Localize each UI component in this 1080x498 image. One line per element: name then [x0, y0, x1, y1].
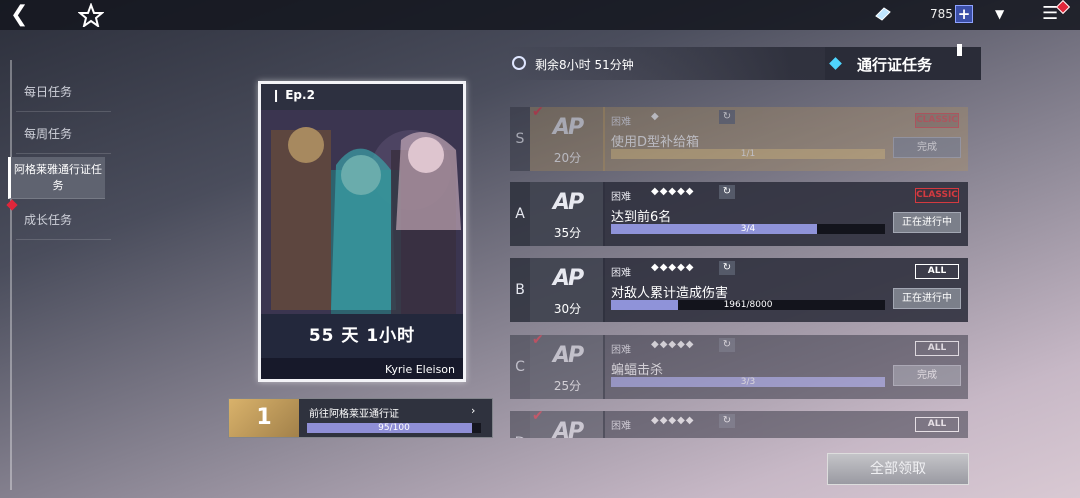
- mission-difficulty: 困难: [611, 421, 631, 432]
- mission-rank: B: [510, 258, 530, 322]
- refresh-icon[interactable]: ↻: [719, 414, 735, 428]
- mission-status-button[interactable]: 正在进行中: [893, 212, 961, 233]
- checkmark-icon: ✔: [532, 332, 544, 348]
- mission-rank: A: [510, 182, 530, 246]
- mission-difficulty-stars: ◆: [651, 111, 660, 122]
- mission-points: 25分: [553, 379, 582, 393]
- mission-points: 30分: [553, 302, 582, 316]
- mission-difficulty-stars: ◆◆◆◆◆: [651, 339, 695, 350]
- mission-body: 困难 ◆ ↻ 使用D型补给箱 1/1 CLASSIC 完成: [603, 107, 968, 171]
- mission-mode-tag: ALL: [915, 341, 959, 356]
- mission-progress-bar: 3/3: [611, 377, 885, 387]
- mission-difficulty-stars: ◆◆◆◆◆: [651, 186, 695, 197]
- pass-name: Kyrie Eleison: [261, 358, 463, 379]
- ap-logo: AP: [552, 266, 584, 291]
- episode-text: Ep.2: [285, 88, 315, 102]
- triangle-down-icon[interactable]: ▼: [995, 7, 1009, 21]
- mission-row[interactable]: B AP 30分 困难 ◆◆◆◆◆ ↻ 对敌人累计造成伤害 1961/8000 …: [510, 258, 968, 322]
- mission-rank: C: [510, 335, 530, 399]
- mission-difficulty: 困难: [611, 345, 631, 356]
- crystal-icon: [874, 6, 892, 22]
- mission-rank: D: [510, 411, 530, 438]
- refresh-icon[interactable]: ↻: [719, 338, 735, 352]
- mission-icon: AP 25分 ✔: [530, 332, 605, 399]
- pass-level-progress-text: 95/100: [378, 423, 410, 433]
- episode-label: ❙ Ep.2: [261, 84, 463, 110]
- mission-progress-text: 1961/8000: [723, 300, 773, 310]
- sidebar-item-growth[interactable]: 成长任务: [16, 200, 111, 240]
- mission-row[interactable]: D AP ✔ 困难 ◆◆◆◆◆ ↻ ALL: [510, 411, 968, 438]
- pass-time-left: 55 天 1小时: [261, 314, 463, 358]
- hamburger-icon[interactable]: ☰: [1042, 5, 1058, 23]
- header-accent: [957, 44, 962, 56]
- diamond-icon: [829, 57, 842, 70]
- mission-progress-bar: 3/4: [611, 224, 885, 234]
- mission-points: 20分: [553, 151, 582, 165]
- ap-logo: AP: [552, 190, 584, 215]
- mission-difficulty-stars: ◆◆◆◆◆: [651, 262, 695, 273]
- mission-rank: S: [510, 107, 530, 171]
- mission-mode-tag: ALL: [915, 417, 959, 432]
- claim-all-button[interactable]: 全部领取: [827, 453, 969, 485]
- page-title: 通行证任务: [857, 56, 933, 74]
- mission-name: 使用D型补给箱: [611, 135, 700, 150]
- mission-name: 蝙蝠击杀: [611, 363, 664, 378]
- mission-name: 达到前6名: [611, 210, 672, 225]
- mission-name: 对敌人累计造成伤害: [611, 286, 729, 301]
- mission-body: 困难 ◆◆◆◆◆ ↻ 达到前6名 3/4 CLASSIC 正在进行中: [603, 182, 968, 246]
- notification-dot: [1055, 0, 1071, 15]
- timer-text: 剩余8小时 51分钟: [535, 58, 634, 72]
- mission-icon: AP 35分: [530, 182, 605, 246]
- mission-mode-tag: ALL: [915, 264, 959, 279]
- mission-progress-text: 3/3: [740, 377, 756, 387]
- mission-body: 困难 ◆◆◆◆◆ ↻ ALL: [603, 411, 968, 438]
- pass-level-panel[interactable]: 1 前往阿格莱亚通行证 › 95/100: [228, 398, 493, 438]
- mission-points: 35分: [553, 226, 582, 240]
- star-emblem-icon[interactable]: [77, 2, 105, 29]
- pass-level-progress-bar: 95/100: [307, 423, 481, 433]
- mission-icon: AP 20分 ✔: [530, 104, 605, 171]
- refresh-icon[interactable]: ↻: [719, 261, 735, 275]
- chevron-right-icon: ›: [471, 404, 476, 417]
- sidebar-item-weekly[interactable]: 每周任务: [16, 114, 111, 154]
- mission-difficulty: 困难: [611, 117, 631, 128]
- mission-progress-bar: 1961/8000: [611, 300, 885, 310]
- pass-missions-header: 通行证任务: [825, 44, 981, 80]
- back-arrow-icon[interactable]: ❮: [10, 4, 34, 26]
- mission-progress-text: 3/4: [740, 224, 756, 234]
- mission-icon: AP 30分: [530, 258, 605, 322]
- mission-status-button[interactable]: 正在进行中: [893, 288, 961, 309]
- mission-mode-tag: CLASSIC: [915, 113, 959, 128]
- mission-row[interactable]: C AP 25分 ✔ 困难 ◆◆◆◆◆ ↻ 蝙蝠击杀 3/3 ALL 完成: [510, 332, 968, 399]
- mission-mode-tag: CLASSIC: [915, 188, 959, 203]
- sidebar-item-daily[interactable]: 每日任务: [16, 72, 111, 112]
- top-bar: ❮ 785 + ▼ ☰: [0, 0, 1080, 30]
- mission-body: 困难 ◆◆◆◆◆ ↻ 对敌人累计造成伤害 1961/8000 ALL 正在进行中: [603, 258, 968, 322]
- mission-status-button[interactable]: 完成: [893, 365, 961, 386]
- refresh-icon[interactable]: ↻: [719, 110, 735, 124]
- sidebar-divider: [10, 60, 12, 490]
- pass-level-label: 前往阿格莱亚通行证: [309, 409, 399, 420]
- checkmark-icon: ✔: [532, 104, 544, 120]
- sidebar-item-pass-missions[interactable]: 阿格莱雅通行证任务: [8, 157, 105, 199]
- mission-row[interactable]: A AP 35分 困难 ◆◆◆◆◆ ↻ 达到前6名 3/4 CLASSIC 正在…: [510, 182, 968, 246]
- mission-difficulty: 困难: [611, 268, 631, 279]
- mission-body: 困难 ◆◆◆◆◆ ↻ 蝙蝠击杀 3/3 ALL 完成: [603, 335, 968, 399]
- mission-icon: AP ✔: [530, 411, 605, 438]
- mission-difficulty-stars: ◆◆◆◆◆: [651, 415, 695, 426]
- checkmark-icon: ✔: [532, 411, 544, 424]
- mission-status-button[interactable]: 完成: [893, 137, 961, 158]
- pass-card[interactable]: ❙ Ep.2 55 天 1小时 Kyrie Eleison: [258, 81, 466, 382]
- mission-progress-bar: 1/1: [611, 149, 885, 159]
- pass-level-number: 1: [229, 399, 299, 437]
- mission-row[interactable]: S AP 20分 ✔ 困难 ◆ ↻ 使用D型补给箱 1/1 CLASSIC 完成: [510, 104, 968, 171]
- clock-icon: [512, 56, 526, 70]
- mission-progress-text: 1/1: [740, 149, 756, 159]
- pass-artwork: [261, 110, 463, 314]
- refresh-icon[interactable]: ↻: [719, 185, 735, 199]
- add-currency-button[interactable]: +: [955, 5, 973, 23]
- currency-count: 785: [930, 7, 953, 21]
- mission-difficulty: 困难: [611, 192, 631, 203]
